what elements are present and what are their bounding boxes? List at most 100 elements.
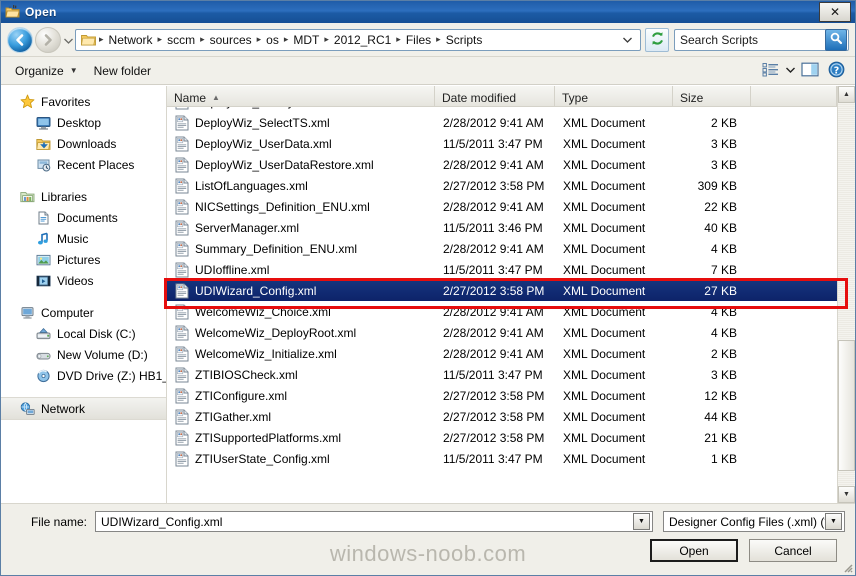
sidebar-group-computer[interactable]: Computer — [1, 302, 166, 323]
navigation-pane: Favorites Desktop Downloads Recent Place… — [1, 86, 167, 503]
file-type-filter-value: Designer Config Files (.xml) (*.x — [669, 514, 825, 529]
table-row[interactable]: ZTIUserState_Config.xml 11/5/2011 3:47 PM… — [167, 448, 837, 469]
scrollbar-thumb[interactable] — [838, 340, 855, 471]
xml-file-icon — [175, 451, 189, 467]
new-folder-button[interactable]: New folder — [86, 61, 159, 81]
file-name-cell: WelcomeWiz_Choice.xml — [167, 304, 435, 320]
sidebar-item-label: DVD Drive (Z:) HB1_C — [57, 368, 166, 383]
sidebar-item-local-disk-c[interactable]: Local Disk (C:) — [1, 323, 166, 344]
vertical-scrollbar[interactable]: ▲ ▼ — [837, 86, 855, 503]
close-button[interactable]: ✕ — [819, 2, 851, 22]
sidebar-item-videos[interactable]: Videos — [1, 270, 166, 291]
table-row[interactable]: ZTIGather.xml 2/27/2012 3:58 PM XML Docume… — [167, 406, 837, 427]
breadcrumb-scripts[interactable]: Scripts — [442, 31, 487, 49]
table-row[interactable]: ServerManager.xml 11/5/2011 3:46 PM XML Do… — [167, 217, 837, 238]
file-size-cell: 44 KB — [704, 409, 737, 424]
file-type-cell: XML Document — [563, 325, 646, 340]
xml-file-icon — [175, 325, 189, 341]
column-header-blank[interactable] — [751, 86, 837, 106]
file-date-cell: 2/28/2012 9:41 AM — [443, 115, 544, 130]
column-header-type[interactable]: Type — [555, 86, 673, 106]
sidebar-group-favorites[interactable]: Favorites — [1, 91, 166, 112]
scrollbar-track[interactable] — [838, 103, 855, 486]
chevron-down-icon — [785, 66, 795, 75]
resize-grip-icon[interactable] — [840, 560, 853, 573]
table-row[interactable]: NICSettings_Definition_ENU.xml 2/28/2012 … — [167, 196, 837, 217]
table-row[interactable]: ZTIConfigure.xml 2/27/2012 3:58 PM XML Doc… — [167, 385, 837, 406]
file-name-cell: ZTIUserState_Config.xml — [167, 451, 435, 467]
breadcrumb-dropdown-button[interactable] — [617, 35, 638, 45]
cancel-button[interactable]: Cancel — [749, 539, 837, 562]
back-button[interactable] — [7, 26, 33, 53]
breadcrumb-files[interactable]: Files — [402, 31, 435, 49]
music-icon — [35, 231, 51, 247]
change-view-button[interactable] — [757, 60, 783, 82]
file-size-cell: 12 KB — [704, 388, 737, 403]
file-name-cell: DeployWiz_UserDataRestore.xml — [167, 157, 435, 173]
column-header-size[interactable]: Size — [673, 86, 751, 106]
search-button[interactable] — [825, 28, 847, 51]
search-input[interactable]: Search Scripts — [675, 33, 825, 47]
help-button[interactable]: ? — [823, 60, 849, 82]
sidebar-item-recent-places[interactable]: Recent Places — [1, 154, 166, 175]
file-type-cell: XML Document — [563, 367, 646, 382]
sidebar-item-music[interactable]: Music — [1, 228, 166, 249]
sidebar-item-downloads[interactable]: Downloads — [1, 133, 166, 154]
view-list-icon — [762, 62, 779, 80]
breadcrumb-sccm[interactable]: sccm — [163, 31, 199, 49]
table-row[interactable]: DeployWiz_SelectTS.xml 2/28/2012 9:41 AM X… — [167, 112, 837, 133]
breadcrumb-sources[interactable]: sources — [206, 31, 256, 49]
table-row[interactable]: WelcomeWiz_Choice.xml 2/28/2012 9:41 AM XM… — [167, 301, 837, 322]
file-name-combobox[interactable]: UDIWizard_Config.xml ▼ — [95, 511, 653, 532]
sidebar-item-network[interactable]: Network — [1, 397, 166, 420]
sidebar-item-dvd-drive-z[interactable]: DVD Drive (Z:) HB1_C — [1, 365, 166, 386]
table-row[interactable]: DeployWiz_UserData.xml 11/5/2011 3:47 PM X… — [167, 133, 837, 154]
file-name-input[interactable]: UDIWizard_Config.xml — [96, 515, 633, 529]
history-dropdown-button[interactable] — [61, 28, 75, 52]
sidebar-item-documents[interactable]: Documents — [1, 207, 166, 228]
table-row[interactable]: ListOfLanguages.xml 2/27/2012 3:58 PM XML … — [167, 175, 837, 196]
table-row[interactable]: Summary_Definition_ENU.xml 2/28/2012 9:41… — [167, 238, 837, 259]
breadcrumb-os[interactable]: os — [262, 31, 283, 49]
table-row[interactable]: UDIoffline.xml 11/5/2011 3:47 PM XML Docum… — [167, 259, 837, 280]
file-name-text: DeployWiz_UserDataRestore.xml — [195, 157, 374, 172]
svg-text:?: ? — [833, 65, 839, 76]
scroll-up-button[interactable]: ▲ — [838, 86, 855, 103]
open-button[interactable]: Open — [650, 539, 738, 562]
view-dropdown-button[interactable] — [783, 60, 797, 82]
sidebar-item-desktop[interactable]: Desktop — [1, 112, 166, 133]
table-row[interactable]: DeployWiz_UserDataRestore.xml 2/28/2012 9… — [167, 154, 837, 175]
sidebar-item-label: Network — [41, 401, 86, 416]
file-type-filter-combobox[interactable]: Designer Config Files (.xml) (*.x ▼ — [663, 511, 845, 532]
file-date-cell: 2/28/2012 9:41 AM — [443, 241, 544, 256]
table-row[interactable]: WelcomeWiz_DeployRoot.xml 2/28/2012 9:41 … — [167, 322, 837, 343]
chevron-down-icon: ▼ — [69, 66, 78, 75]
search-icon — [829, 31, 843, 48]
forward-button[interactable] — [35, 26, 61, 53]
breadcrumb-2012-rc1[interactable]: 2012_RC1 — [330, 31, 395, 49]
scroll-down-button[interactable]: ▼ — [838, 486, 855, 503]
file-type-cell: XML Document — [563, 304, 646, 319]
breadcrumb-bar[interactable]: ▸ Network ▸ sccm ▸ sources ▸ os ▸ MDT ▸ … — [75, 28, 641, 51]
organize-button[interactable]: Organize ▼ — [7, 61, 86, 81]
sidebar-group-libraries[interactable]: Libraries — [1, 186, 166, 207]
refresh-button[interactable] — [645, 27, 669, 52]
column-header-name[interactable]: Name ▲ — [167, 86, 435, 106]
table-row[interactable]: ZTISupportedPlatforms.xml 2/27/2012 3:58 … — [167, 427, 837, 448]
search-box[interactable]: Search Scripts — [674, 28, 849, 51]
column-header-date-modified[interactable]: Date modified — [435, 86, 555, 106]
table-row-partial[interactable]: DeployWiz_Ready.xml 2/28/2012 9:41 AMXML … — [167, 107, 837, 112]
file-name-dropdown-button[interactable]: ▼ — [633, 513, 650, 530]
breadcrumb-network[interactable]: Network — [105, 31, 157, 49]
sidebar-item-pictures[interactable]: Pictures — [1, 249, 166, 270]
table-row[interactable]: WelcomeWiz_Initialize.xml 2/28/2012 9:41 … — [167, 343, 837, 364]
preview-pane-button[interactable] — [797, 60, 823, 82]
file-size-cell: 22 KB — [704, 199, 737, 214]
table-row[interactable]: DeployWiz_Ready.xml 2/28/2012 9:41 AMXML … — [167, 107, 837, 112]
sidebar-item-new-volume-d[interactable]: New Volume (D:) — [1, 344, 166, 365]
xml-file-icon — [175, 107, 189, 110]
table-row[interactable]: UDIWizard_Config.xml 2/27/2012 3:58 PM XML… — [167, 280, 837, 301]
table-row[interactable]: ZTIBIOSCheck.xml 11/5/2011 3:47 PM XML Doc… — [167, 364, 837, 385]
breadcrumb-mdt[interactable]: MDT — [289, 31, 323, 49]
file-type-dropdown-button[interactable]: ▼ — [825, 513, 842, 530]
